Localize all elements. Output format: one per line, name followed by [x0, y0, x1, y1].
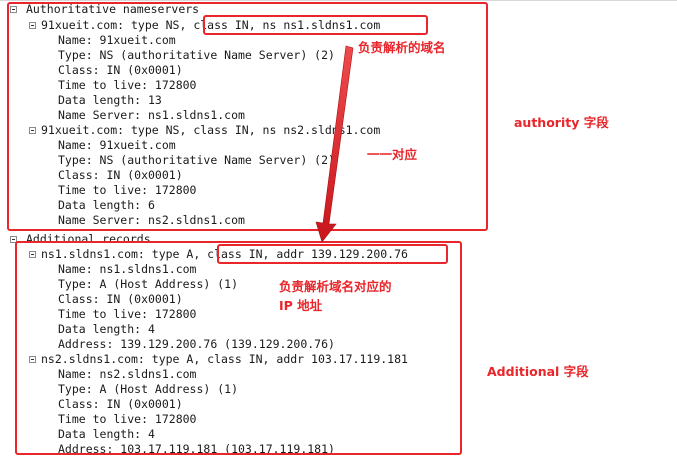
annotation-additional-field: Additional 字段 [487, 364, 589, 379]
annotation-responsible-domain: 负责解析的域名 [358, 40, 446, 55]
arrow-down-icon [315, 45, 354, 243]
annotation-responsible-ip-line1: 负责解析域名对应的 [279, 279, 392, 294]
annotation-responsible-ip-line2: IP 地址 [279, 298, 323, 313]
annotation-authority-field: authority 字段 [514, 115, 609, 130]
annotation-one-to-one: 一一对应 [367, 147, 418, 162]
packet-details-pane: Authoritative nameservers 91xueit.com: t… [0, 0, 677, 458]
